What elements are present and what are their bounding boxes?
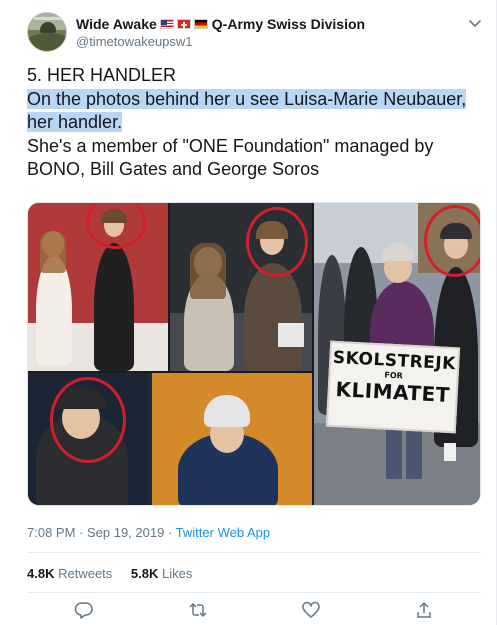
highlight-circle bbox=[246, 207, 308, 277]
swiss-flag-icon bbox=[176, 19, 191, 29]
tweet-line-4: She's a member of "ONE Foundation" manag… bbox=[27, 135, 434, 156]
highlight-circle bbox=[86, 203, 146, 249]
tweet-line-3: her handler. bbox=[27, 112, 123, 132]
likes-count: 5.8K bbox=[130, 566, 159, 581]
protest-sign: SKOLSTREJK FOR KLIMATET bbox=[325, 340, 461, 434]
like-icon[interactable] bbox=[301, 600, 321, 620]
photo-panel-top-middle bbox=[170, 203, 312, 371]
retweet-icon[interactable] bbox=[188, 600, 208, 620]
photo-panel-bottom-left bbox=[28, 373, 312, 505]
divider bbox=[27, 592, 481, 593]
reply-icon[interactable] bbox=[74, 600, 94, 620]
tweet-source-link[interactable]: Twitter Web App bbox=[176, 525, 270, 540]
avatar[interactable] bbox=[27, 12, 67, 52]
us-flag-icon bbox=[159, 19, 174, 29]
tweet-line-1: 5. HER HANDLER bbox=[27, 65, 177, 85]
retweets-stat[interactable]: 4.8K Retweets bbox=[27, 566, 112, 581]
tweet-time[interactable]: 7:08 PM bbox=[27, 525, 75, 540]
tweet-text: 5. HER HANDLER On the photos behind her … bbox=[27, 64, 493, 182]
meta-separator: · bbox=[164, 525, 176, 540]
tweet-photo[interactable]: SKOLSTREJK FOR KLIMATET bbox=[27, 202, 481, 506]
highlight-circle bbox=[424, 205, 480, 277]
author-handle[interactable]: @timetowakeupsw1 bbox=[76, 34, 193, 49]
author-name-row[interactable]: Wide Awake Q-Army Swiss Division bbox=[76, 15, 365, 33]
likes-label: Likes bbox=[162, 566, 193, 581]
meta-separator: · bbox=[75, 525, 87, 540]
tweet-date[interactable]: Sep 19, 2019 bbox=[87, 525, 164, 540]
chevron-down-icon[interactable] bbox=[468, 16, 482, 30]
retweets-count: 4.8K bbox=[27, 566, 55, 581]
photo-panel-top-left bbox=[28, 203, 168, 371]
tweet-line-2: On the photos behind her u see Luisa-Mar… bbox=[27, 88, 467, 109]
likes-stat[interactable]: 5.8K Likes bbox=[131, 566, 192, 581]
tweet-actions bbox=[0, 600, 497, 624]
tweet-line-5: BONO, Bill Gates and George Soros bbox=[27, 159, 320, 179]
author-display-name[interactable]: Wide Awake bbox=[76, 16, 157, 32]
tweet: Wide Awake Q-Army Swiss Division @timeto… bbox=[0, 0, 497, 625]
highlight-circle bbox=[50, 377, 126, 463]
german-flag-icon bbox=[193, 19, 208, 29]
retweets-label: Retweets bbox=[58, 566, 113, 581]
divider bbox=[27, 552, 481, 553]
author-name-suffix[interactable]: Q-Army Swiss Division bbox=[212, 16, 365, 32]
share-icon[interactable] bbox=[414, 600, 434, 620]
tweet-meta: 7:08 PM · Sep 19, 2019 · Twitter Web App bbox=[27, 525, 270, 540]
tweet-stats: 4.8K Retweets 5.8K Likes bbox=[27, 566, 207, 581]
